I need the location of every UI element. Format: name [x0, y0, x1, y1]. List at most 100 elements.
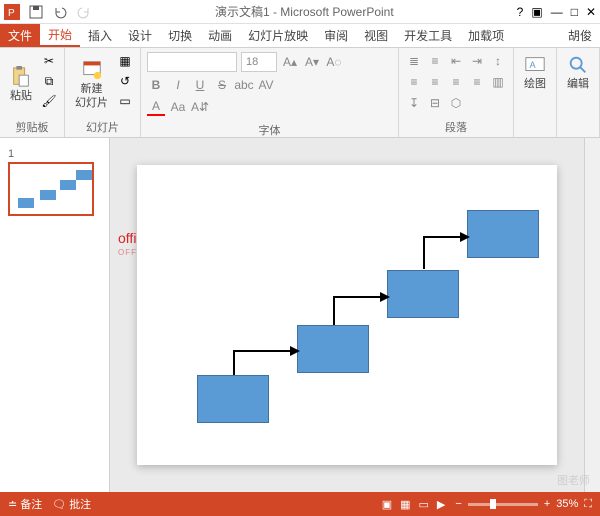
svg-text:P: P [8, 8, 15, 19]
tab-view[interactable]: 视图 [356, 24, 396, 47]
tab-review[interactable]: 审阅 [316, 24, 356, 47]
columns-icon[interactable]: ▥ [489, 73, 507, 91]
italic-icon[interactable]: I [169, 76, 187, 94]
font-label: 字体 [147, 122, 392, 138]
editing-label: 编辑 [567, 78, 589, 91]
layout-icon[interactable]: ▦ [116, 52, 134, 70]
redo-icon[interactable] [76, 4, 92, 20]
user-name: 胡俊 [568, 27, 592, 44]
ribbon-options-icon[interactable]: ▣ [531, 5, 542, 19]
text-direction-icon[interactable]: ↧ [405, 94, 423, 112]
normal-view-icon[interactable]: ▣ [382, 498, 392, 511]
save-icon[interactable] [28, 4, 44, 20]
slides-label: 幻灯片 [71, 119, 134, 135]
canvas-area: office之家 OFFICE.JB51.NET [110, 138, 584, 492]
user-account[interactable]: 胡俊 [560, 24, 600, 47]
ribbon: 粘贴 ✂ ⧉ 🖌 剪贴板 新建 幻灯片 ▦ ↺ ▭ 幻灯片 [0, 48, 600, 138]
minimize-icon[interactable]: — [551, 5, 563, 19]
font-name-select[interactable] [147, 52, 237, 72]
notes-icon: ≐ [8, 498, 17, 511]
tab-developer[interactable]: 开发工具 [396, 24, 460, 47]
vertical-scrollbar[interactable] [584, 138, 600, 492]
workspace: 1 office之家 OFFICE.JB51.NET [0, 138, 600, 492]
drawing-button[interactable]: A 绘图 [520, 52, 550, 93]
font-color-icon[interactable]: A [147, 98, 165, 116]
clear-format-icon[interactable]: A◌ [325, 53, 343, 71]
svg-text:A: A [530, 60, 537, 70]
comments-button[interactable]: 🗨 批注 [52, 496, 91, 512]
drawing-label: 绘图 [524, 78, 546, 91]
tab-slideshow[interactable]: 幻灯片放映 [240, 24, 316, 47]
strike-icon[interactable]: S [213, 76, 231, 94]
bullets-icon[interactable]: ≣ [405, 52, 423, 70]
maximize-icon[interactable]: □ [571, 5, 578, 19]
editing-button[interactable]: 编辑 [563, 52, 593, 93]
connector-arrow-1[interactable] [232, 345, 302, 385]
highlight-icon[interactable]: Aa [169, 98, 187, 116]
undo-icon[interactable] [52, 4, 68, 20]
indent-dec-icon[interactable]: ⇤ [447, 52, 465, 70]
tab-transitions[interactable]: 切换 [160, 24, 200, 47]
group-editing: 编辑 [557, 48, 600, 137]
zoom-percent[interactable]: 35% [556, 498, 578, 510]
cut-icon[interactable]: ✂ [40, 52, 58, 70]
thumbnail-panel: 1 [0, 138, 110, 492]
zoom-out-icon[interactable]: − [455, 498, 461, 510]
tab-insert[interactable]: 插入 [80, 24, 120, 47]
group-paragraph: ≣ ≡ ⇤ ⇥ ↕ ≡ ≡ ≡ ≡ ▥ ↧ ⊟ ⬡ 段落 [399, 48, 514, 137]
notes-button[interactable]: ≐ 备注 [8, 496, 42, 512]
slideshow-view-icon[interactable]: ▶ [437, 498, 445, 511]
close-icon[interactable]: ✕ [586, 5, 596, 19]
reading-view-icon[interactable]: ▭ [419, 498, 429, 511]
title-bar: P 演示文稿1 - Microsoft PowerPoint ? ▣ — □ ✕ [0, 0, 600, 24]
paste-button[interactable]: 粘贴 [6, 52, 36, 117]
numbering-icon[interactable]: ≡ [426, 52, 444, 70]
tab-home[interactable]: 开始 [40, 24, 80, 47]
bold-icon[interactable]: B [147, 76, 165, 94]
font-size-select[interactable]: 18 [241, 52, 277, 72]
shape-rect-3[interactable] [387, 270, 459, 318]
group-drawing: A 绘图 [514, 48, 557, 137]
justify-icon[interactable]: ≡ [468, 73, 486, 91]
copy-icon[interactable]: ⧉ [40, 72, 58, 90]
thumbnail-slide-1[interactable] [8, 162, 94, 216]
tab-file[interactable]: 文件 [0, 24, 40, 47]
quick-access-toolbar: P [4, 4, 92, 20]
slide[interactable] [137, 165, 557, 465]
connector-arrow-3[interactable] [422, 231, 472, 276]
connector-arrow-2[interactable] [332, 291, 392, 331]
help-icon[interactable]: ? [517, 5, 524, 19]
section-icon[interactable]: ▭ [116, 92, 134, 110]
align-left-icon[interactable]: ≡ [405, 73, 423, 91]
decrease-font-icon[interactable]: A▾ [303, 53, 321, 71]
clipboard-label: 剪贴板 [6, 119, 58, 135]
status-bar: ≐ 备注 🗨 批注 ▣ ▦ ▭ ▶ − + 35% ⛶ [0, 492, 600, 516]
tab-design[interactable]: 设计 [120, 24, 160, 47]
tab-animations[interactable]: 动画 [200, 24, 240, 47]
shape-rect-4[interactable] [467, 210, 539, 258]
tab-addins[interactable]: 加载项 [460, 24, 512, 47]
zoom-slider[interactable] [468, 503, 538, 506]
shape-rect-2[interactable] [297, 325, 369, 373]
line-spacing-icon[interactable]: ↕ [489, 52, 507, 70]
fit-window-icon[interactable]: ⛶ [584, 498, 592, 511]
zoom-in-icon[interactable]: + [544, 498, 550, 510]
shadow-icon[interactable]: abc [235, 76, 253, 94]
align-right-icon[interactable]: ≡ [447, 73, 465, 91]
increase-font-icon[interactable]: A▴ [281, 53, 299, 71]
group-slides: 新建 幻灯片 ▦ ↺ ▭ 幻灯片 [65, 48, 141, 137]
ribbon-tabs: 文件 开始 插入 设计 切换 动画 幻灯片放映 审阅 视图 开发工具 加载项 胡… [0, 24, 600, 48]
paste-label: 粘贴 [10, 90, 32, 103]
format-painter-icon[interactable]: 🖌 [40, 92, 58, 110]
powerpoint-icon: P [4, 4, 20, 20]
spacing-icon[interactable]: AV [257, 76, 275, 94]
sorter-view-icon[interactable]: ▦ [400, 498, 410, 511]
align-text-icon[interactable]: ⊟ [426, 94, 444, 112]
reset-icon[interactable]: ↺ [116, 72, 134, 90]
align-center-icon[interactable]: ≡ [426, 73, 444, 91]
underline-icon[interactable]: U [191, 76, 209, 94]
change-case-icon[interactable]: A⇵ [191, 98, 209, 116]
indent-inc-icon[interactable]: ⇥ [468, 52, 486, 70]
smartart-icon[interactable]: ⬡ [447, 94, 465, 112]
new-slide-button[interactable]: 新建 幻灯片 [71, 52, 112, 117]
